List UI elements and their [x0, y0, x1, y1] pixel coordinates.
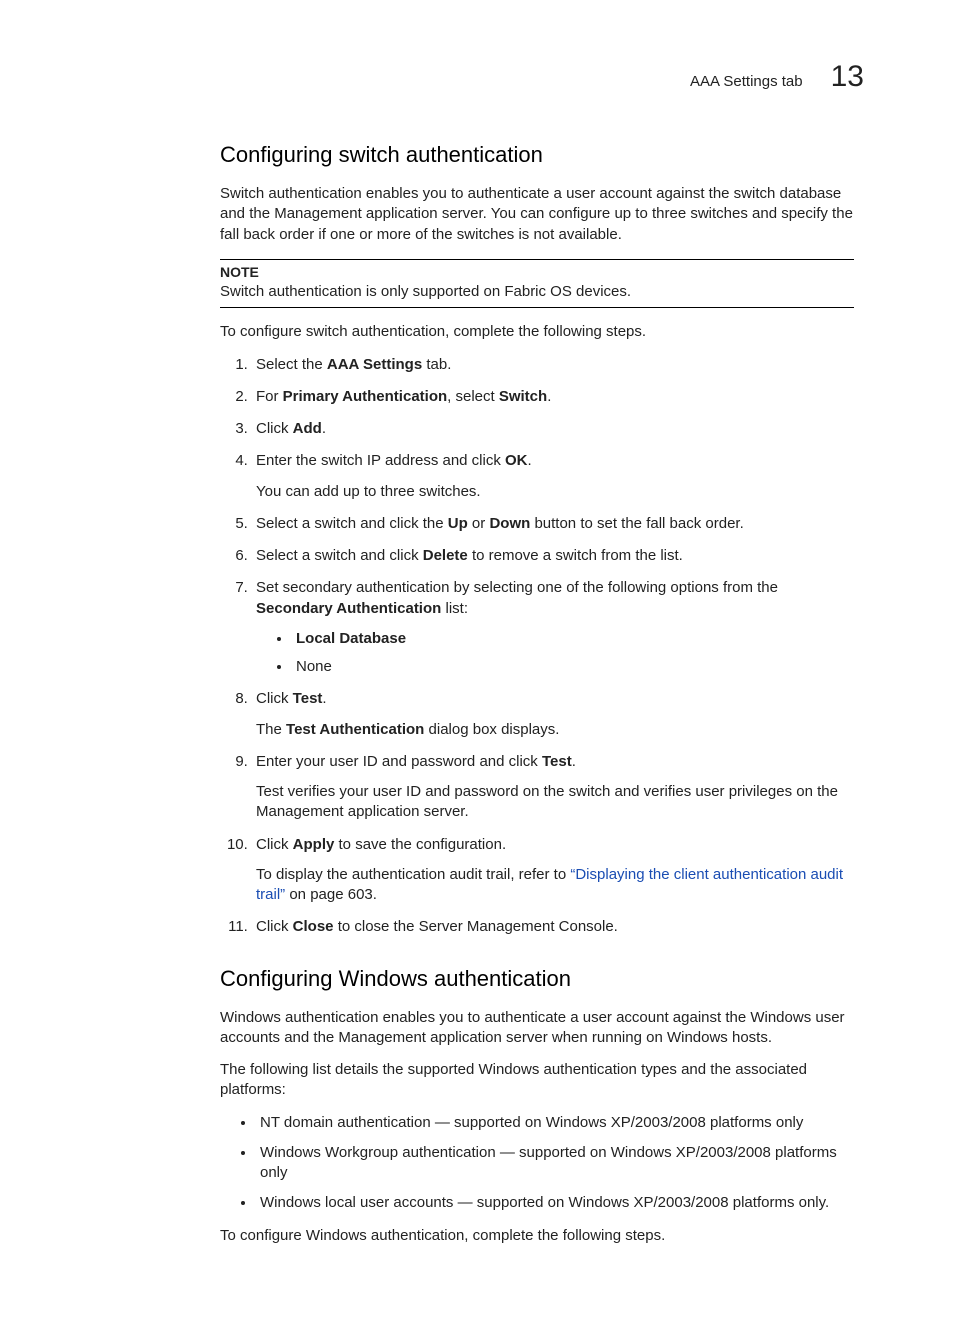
step-7-option-local-database: Local Database [292, 629, 854, 649]
section2-bullets: NT domain authentication — supported on … [220, 1113, 854, 1214]
bullet-nt-domain: NT domain authentication — supported on … [256, 1113, 854, 1133]
note-block: NOTE Switch authentication is only suppo… [220, 259, 854, 309]
document-page: AAA Settings tab 13 Configuring switch a… [0, 0, 954, 1318]
step-7: Set secondary authentication by selectin… [252, 578, 854, 677]
step-8: Click Test. The Test Authentication dial… [252, 689, 854, 740]
step-11: Click Close to close the Server Manageme… [252, 917, 854, 937]
step-5: Select a switch and click the Up or Down… [252, 514, 854, 534]
section2-list-lead: The following list details the supported… [220, 1060, 854, 1101]
header-tab-label: AAA Settings tab [690, 73, 803, 90]
section2-intro: Windows authentication enables you to au… [220, 1008, 854, 1049]
step-2: For Primary Authentication, select Switc… [252, 387, 854, 407]
step-7-option-none: None [292, 657, 854, 677]
step-4-sub: You can add up to three switches. [256, 482, 854, 502]
note-text: Switch authentication is only supported … [220, 282, 854, 302]
section-title-windows-auth: Configuring Windows authentication [220, 966, 854, 992]
bullet-local-user: Windows local user accounts — supported … [256, 1193, 854, 1213]
step-8-sub: The Test Authentication dialog box displ… [256, 720, 854, 740]
page-header: AAA Settings tab 13 [120, 60, 864, 94]
page-content: Configuring switch authentication Switch… [220, 142, 854, 1246]
step-10-sub: To display the authentication audit trai… [256, 865, 854, 906]
section1-steps: Select the AAA Settings tab. For Primary… [220, 355, 854, 938]
step-9-sub: Test verifies your user ID and password … [256, 782, 854, 823]
step-7-options: Local Database None [256, 629, 854, 678]
header-chapter-number: 13 [831, 60, 864, 94]
step-3: Click Add. [252, 419, 854, 439]
section1-lead-in: To configure switch authentication, comp… [220, 322, 854, 342]
section1-intro: Switch authentication enables you to aut… [220, 184, 854, 245]
step-1: Select the AAA Settings tab. [252, 355, 854, 375]
section-title-switch-auth: Configuring switch authentication [220, 142, 854, 168]
bullet-workgroup: Windows Workgroup authentication — suppo… [256, 1143, 854, 1184]
step-9: Enter your user ID and password and clic… [252, 752, 854, 823]
step-10: Click Apply to save the configuration. T… [252, 835, 854, 906]
section2-lead-in: To configure Windows authentication, com… [220, 1226, 854, 1246]
step-6: Select a switch and click Delete to remo… [252, 546, 854, 566]
note-label: NOTE [220, 264, 854, 280]
step-4: Enter the switch IP address and click OK… [252, 451, 854, 502]
